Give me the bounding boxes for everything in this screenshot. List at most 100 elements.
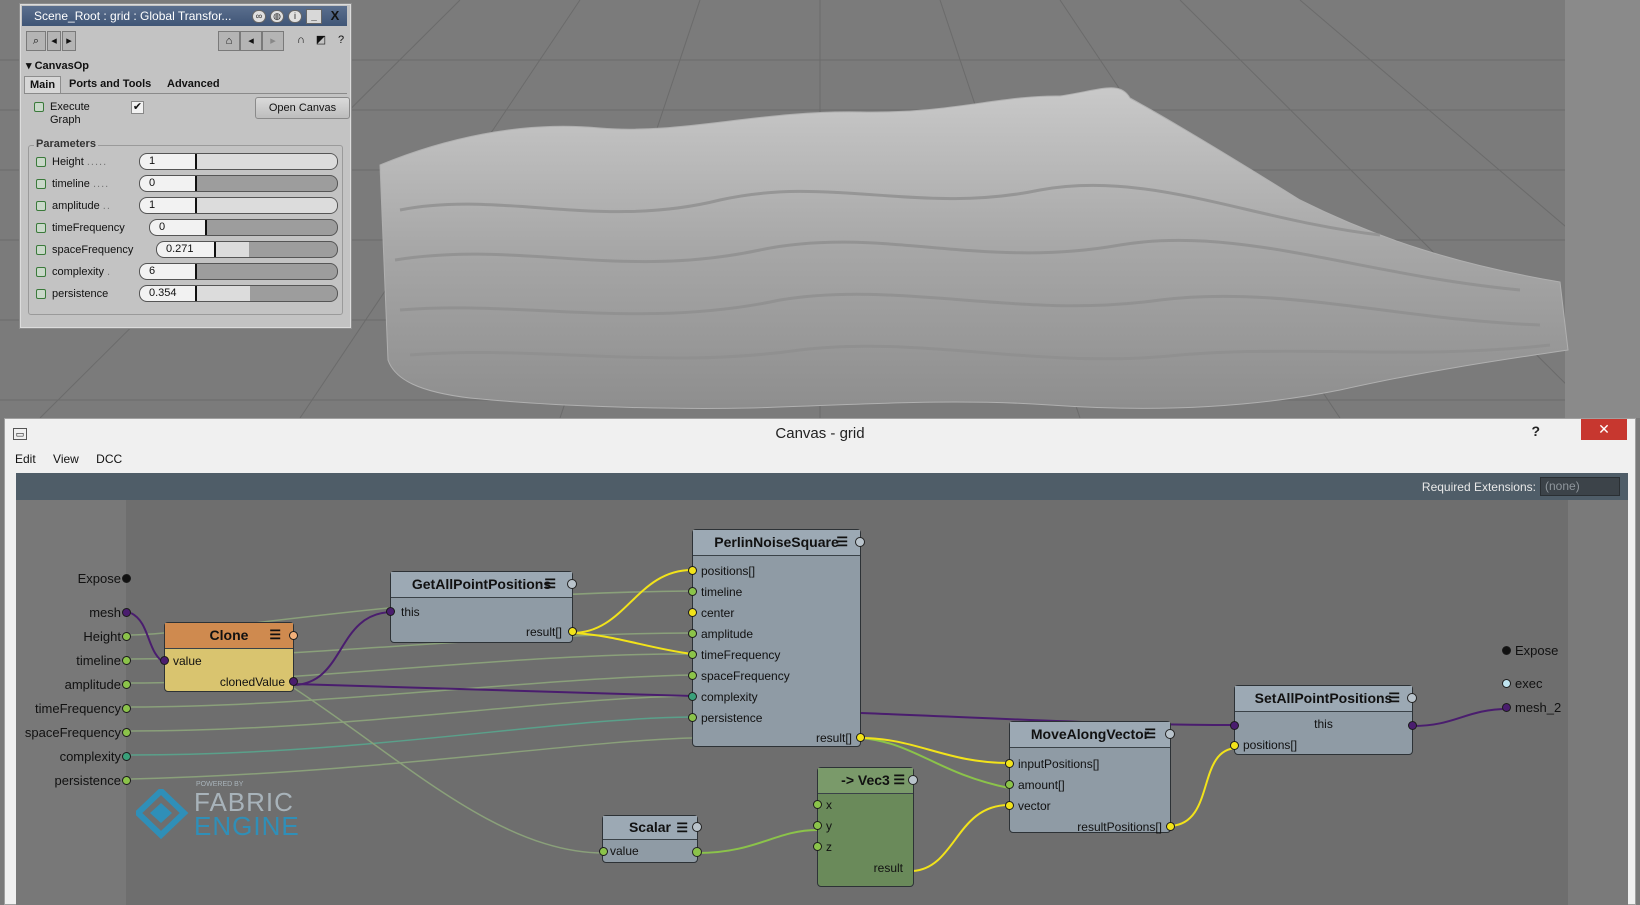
- output-pin[interactable]: [1408, 721, 1417, 730]
- up-scene-icon[interactable]: ⌂: [218, 31, 240, 51]
- height-port[interactable]: [122, 632, 131, 641]
- exec-pin[interactable]: [567, 579, 577, 589]
- persistence-port[interactable]: [122, 776, 131, 785]
- panel-titlebar[interactable]: Scene_Root : grid : Global Transfor... ∞…: [22, 6, 347, 26]
- section-canvasop[interactable]: ▾ CanvasOp: [26, 59, 89, 72]
- tab-main[interactable]: Main: [24, 76, 62, 93]
- height-slider[interactable]: 1: [139, 153, 338, 170]
- param-value[interactable]: 0.271: [166, 243, 194, 255]
- globe-icon[interactable]: ◍: [270, 10, 284, 23]
- 3d-viewport[interactable]: Scene_Root : grid : Global Transfor... ∞…: [0, 0, 1640, 418]
- node-perlin-noise-square[interactable]: PerlinNoiseSquare ☰ positions[] timeline…: [688, 529, 865, 747]
- lock-icon[interactable]: ∩: [292, 31, 310, 51]
- input-pin[interactable]: [813, 821, 822, 830]
- output-pin[interactable]: [1166, 822, 1175, 831]
- node-move-along-vector[interactable]: MoveAlongVector ☰ inputPositions[] amoun…: [1005, 721, 1175, 834]
- menu-icon[interactable]: ☰: [1144, 727, 1156, 740]
- input-pin[interactable]: [1005, 759, 1014, 768]
- animation-key-toggle[interactable]: [36, 223, 46, 233]
- timeline-port[interactable]: [122, 656, 131, 665]
- input-pin[interactable]: [599, 847, 608, 856]
- input-pin[interactable]: [1005, 801, 1014, 810]
- node-get-all-point-positions[interactable]: GetAllPointPositions ☰ this result[]: [386, 571, 577, 643]
- exec-pin[interactable]: [1407, 693, 1417, 703]
- info-icon[interactable]: i: [288, 10, 302, 23]
- param-value[interactable]: 1: [149, 199, 155, 211]
- help-button[interactable]: ?: [1531, 423, 1540, 439]
- animation-key-toggle[interactable]: [34, 102, 44, 112]
- next-object-icon[interactable]: ▸: [262, 31, 284, 51]
- input-pin[interactable]: [813, 800, 822, 809]
- graph-canvas[interactable]: Required Extensions: (none) Expose mesh …: [16, 473, 1628, 905]
- node-scalar[interactable]: Scalar ☰ value: [599, 815, 702, 863]
- input-pin[interactable]: [688, 629, 697, 638]
- exec-port[interactable]: [1502, 679, 1511, 688]
- expose-port[interactable]: [1502, 646, 1511, 655]
- output-pin[interactable]: [856, 733, 865, 742]
- menu-edit[interactable]: Edit: [15, 452, 36, 466]
- persistence-slider[interactable]: 0.354: [139, 285, 338, 302]
- open-canvas-button[interactable]: Open Canvas: [255, 97, 350, 119]
- animation-key-toggle[interactable]: [36, 267, 46, 277]
- exec-pin[interactable]: [289, 631, 298, 640]
- minimize-button[interactable]: _: [306, 9, 322, 24]
- input-pin[interactable]: [688, 587, 697, 596]
- amplitude-port[interactable]: [122, 680, 131, 689]
- close-button[interactable]: X: [327, 9, 343, 24]
- animation-key-toggle[interactable]: [36, 179, 46, 189]
- spacefrequency-port[interactable]: [122, 728, 131, 737]
- animation-key-toggle[interactable]: [36, 289, 46, 299]
- timeline-slider[interactable]: 0: [139, 175, 338, 192]
- mesh-2-port[interactable]: [1502, 703, 1511, 712]
- timefrequency-slider[interactable]: 0: [149, 219, 338, 236]
- tab-advanced[interactable]: Advanced: [167, 76, 220, 92]
- input-pin[interactable]: [1005, 780, 1014, 789]
- link-icon[interactable]: ∞: [252, 10, 266, 23]
- menu-dcc[interactable]: DCC: [96, 452, 122, 466]
- param-value[interactable]: 0: [159, 221, 165, 233]
- forward-arrow-icon[interactable]: ▸: [62, 31, 76, 51]
- output-pin[interactable]: [568, 627, 577, 636]
- param-value[interactable]: 6: [149, 265, 155, 277]
- timefrequency-port[interactable]: [122, 704, 131, 713]
- spacefrequency-slider[interactable]: 0.271: [156, 241, 338, 258]
- previous-object-icon[interactable]: ◂: [240, 31, 262, 51]
- node-set-all-point-positions[interactable]: SetAllPointPositions ☰ this positions[]: [1230, 685, 1417, 755]
- close-button[interactable]: ✕: [1581, 419, 1627, 440]
- input-pin[interactable]: [688, 692, 697, 701]
- input-pin[interactable]: [688, 650, 697, 659]
- menu-icon[interactable]: ☰: [1388, 691, 1400, 704]
- exec-pin[interactable]: [908, 775, 918, 785]
- input-pin[interactable]: [688, 566, 697, 575]
- node-clone[interactable]: Clone ☰ value clonedValue: [160, 622, 298, 692]
- input-pin[interactable]: [1230, 741, 1239, 750]
- input-pin[interactable]: [813, 842, 822, 851]
- menu-view[interactable]: View: [53, 452, 79, 466]
- tab-ports-and-tools[interactable]: Ports and Tools: [69, 76, 151, 92]
- exec-pin[interactable]: [855, 537, 865, 547]
- node-to-vec3[interactable]: -> Vec3 ☰ x y z result: [813, 767, 918, 887]
- expose-port[interactable]: [122, 574, 131, 583]
- param-value[interactable]: 1: [149, 155, 155, 167]
- input-pin[interactable]: [160, 656, 169, 665]
- output-pin[interactable]: [289, 677, 298, 686]
- search-icon[interactable]: ⌕: [26, 31, 46, 51]
- complexity-port[interactable]: [122, 752, 131, 761]
- mesh-port[interactable]: [122, 608, 131, 617]
- input-pin[interactable]: [386, 607, 395, 616]
- menu-icon[interactable]: ☰: [269, 628, 281, 641]
- output-pin[interactable]: [692, 847, 702, 857]
- amplitude-slider[interactable]: 1: [139, 197, 338, 214]
- input-pin[interactable]: [688, 671, 697, 680]
- input-pin[interactable]: [1230, 721, 1239, 730]
- complexity-slider[interactable]: 6: [139, 263, 338, 280]
- exec-pin[interactable]: [692, 822, 702, 832]
- input-pin[interactable]: [688, 608, 697, 617]
- param-value[interactable]: 0: [149, 177, 155, 189]
- animation-key-toggle[interactable]: [36, 201, 46, 211]
- back-arrow-icon[interactable]: ◂: [47, 31, 61, 51]
- recycle-icon[interactable]: ◩: [312, 31, 330, 51]
- menu-icon[interactable]: ☰: [676, 821, 688, 834]
- menu-icon[interactable]: ☰: [836, 535, 848, 548]
- param-value[interactable]: 0.354: [149, 287, 177, 299]
